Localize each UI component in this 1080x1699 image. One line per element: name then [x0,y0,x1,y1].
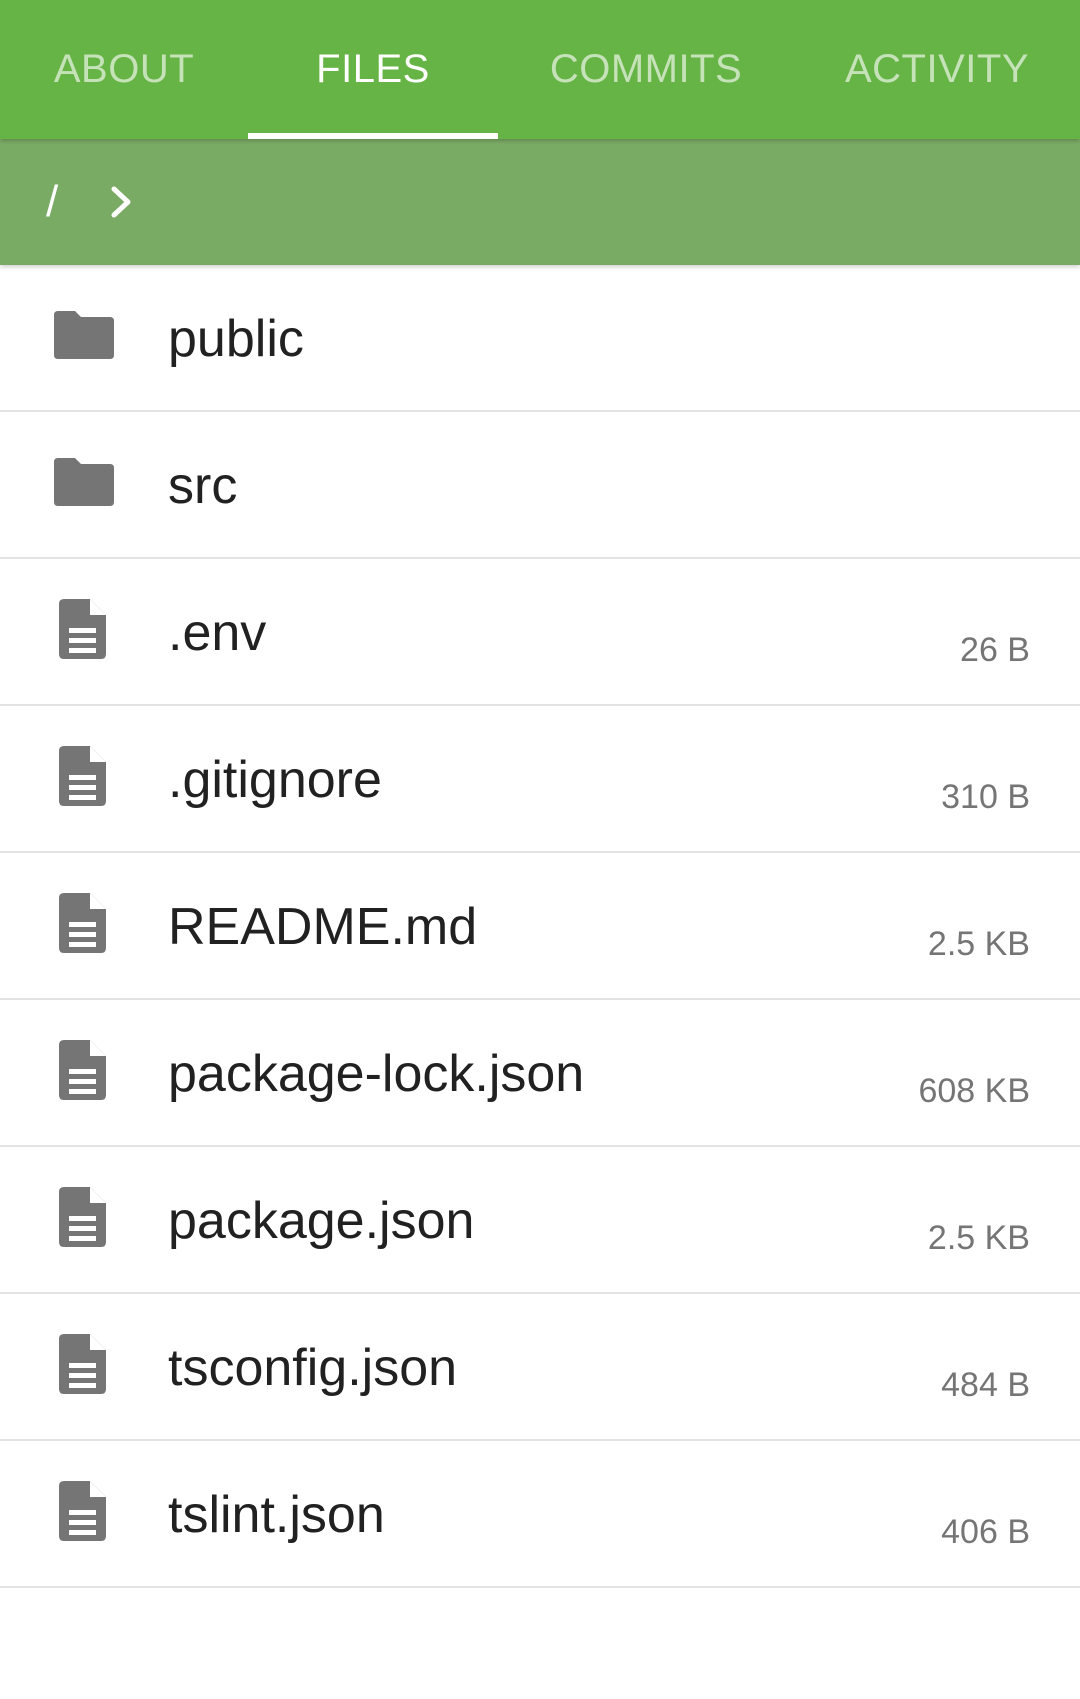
file-row[interactable]: .env 26 B [0,559,1080,706]
tab-commits[interactable]: COMMITS [498,0,794,139]
folder-row[interactable]: public [0,265,1080,412]
tab-bar: ABOUT FILES COMMITS ACTIVITY [0,0,1080,139]
folder-icon [54,452,114,512]
tab-activity[interactable]: ACTIVITY [794,0,1080,139]
file-size: 2.5 KB [927,925,1030,963]
file-icon [54,1187,114,1247]
file-row[interactable]: tsconfig.json 484 B [0,1294,1080,1441]
file-name: README.md [168,898,478,956]
file-list: public src .env 26 B .gitignore 310 B README.m… [0,265,1080,1588]
breadcrumb: / [0,139,1080,265]
file-name: package-lock.json [168,1045,585,1103]
active-tab-indicator [248,133,498,139]
file-size: 26 B [960,631,1030,669]
file-size: 406 B [941,1513,1030,1551]
file-row[interactable]: package.json 2.5 KB [0,1147,1080,1294]
breadcrumb-root[interactable]: / [46,177,58,227]
file-row[interactable]: tslint.json 406 B [0,1441,1080,1588]
file-name: package.json [168,1192,475,1250]
file-row[interactable]: package-lock.json 608 KB [0,1000,1080,1147]
file-size: 310 B [941,778,1030,816]
file-size: 2.5 KB [927,1219,1030,1257]
file-name: tslint.json [168,1486,385,1544]
tab-files[interactable]: FILES [248,0,498,139]
tab-about[interactable]: ABOUT [0,0,248,139]
folder-icon [54,305,114,365]
file-name: public [168,310,304,368]
file-size: 484 B [941,1366,1030,1404]
file-row[interactable]: .gitignore 310 B [0,706,1080,853]
chevron-right-icon [111,186,131,218]
file-size: 608 KB [918,1072,1030,1110]
file-icon [54,1481,114,1541]
file-name: .env [168,604,267,662]
file-name: tsconfig.json [168,1339,458,1397]
file-icon [54,893,114,953]
file-row[interactable]: README.md 2.5 KB [0,853,1080,1000]
file-icon [54,1040,114,1100]
file-name: src [168,457,238,515]
file-icon [54,599,114,659]
folder-row[interactable]: src [0,412,1080,559]
file-name: .gitignore [168,751,382,809]
file-icon [54,746,114,806]
file-icon [54,1334,114,1394]
